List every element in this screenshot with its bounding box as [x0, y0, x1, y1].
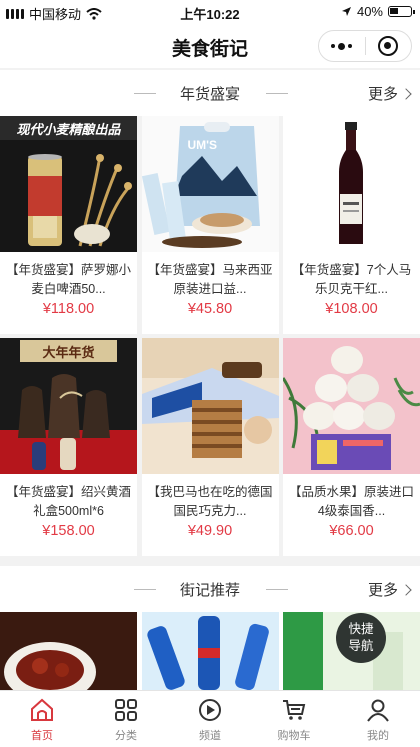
section-title: 街记推荐 [179, 582, 240, 599]
battery-icon [388, 6, 415, 17]
product-price: ¥108.00 [325, 301, 378, 317]
product-price: ¥158.00 [42, 523, 95, 539]
product-name: 【年货盛宴】马来西亚原装进口益... [147, 263, 273, 295]
play-icon [199, 699, 221, 721]
product-card[interactable]: 现代小麦精酿出品 【年货盛宴】萨罗娜小麦白啤酒50... ¥118.00 [0, 116, 137, 334]
product-card[interactable]: 【品质水果】原装进口4级泰国香... ¥66.00 [283, 338, 420, 556]
cart-icon [283, 700, 306, 720]
product-image-coffee: UM'S [141, 116, 279, 252]
tab-label: 首页 [31, 730, 53, 742]
person-icon [367, 699, 389, 722]
product-image-beer: 现代小麦精酿出品 [0, 116, 137, 252]
section-header: 年货盛宴 更多 [0, 70, 420, 116]
product-image-caption: UM'S [187, 138, 218, 152]
product-image-coconut [283, 338, 420, 474]
section-header: 街记推荐 更多 [0, 566, 420, 612]
more-label: 更多 [367, 86, 398, 103]
product-card[interactable]: UM'S 【年货盛宴】马来西亚原装进口益... ¥45.80 [141, 116, 279, 334]
product-card[interactable]: 【我巴马也在吃的德国国民巧克力... ¥49.90 [141, 338, 279, 556]
product-card[interactable]: 【年货盛宴】7个人马乐贝克干红... ¥108.00 [283, 116, 420, 334]
tab-bar: 首页 分类 频道 购物车 我的 [0, 690, 420, 747]
more-label: 更多 [367, 582, 398, 599]
more-link[interactable]: 更多 [367, 579, 412, 600]
mini-program-capsule [318, 30, 412, 62]
tab-label: 频道 [199, 730, 221, 742]
product-name: 【我巴马也在吃的德国国民巧克力... [147, 485, 273, 517]
section-new-year-goods: 年货盛宴 更多 [0, 70, 420, 116]
more-dots-icon [331, 42, 353, 50]
tab-channel[interactable]: 频道 [168, 691, 252, 747]
product-image-rice-wine: 大年年货 [0, 338, 137, 474]
quick-nav-label-2: 导航 [348, 639, 374, 653]
tab-cart[interactable]: 购物车 [252, 691, 336, 747]
product-name: 【年货盛宴】绍兴黄酒礼盒500ml*6 [5, 485, 131, 517]
location-arrow-icon [341, 7, 351, 16]
product-image-chocolate [141, 338, 279, 474]
tab-label: 购物车 [277, 730, 311, 742]
tab-label: 分类 [115, 730, 137, 742]
quick-nav-button[interactable]: 快捷 导航 [336, 613, 386, 663]
more-menu-button[interactable] [319, 31, 365, 61]
quick-nav-label-1: 快捷 [348, 622, 374, 636]
battery-percent: 40% [356, 4, 383, 19]
tab-category[interactable]: 分类 [84, 691, 168, 747]
product-price: ¥118.00 [42, 301, 95, 317]
product-image-caption: 现代小麦精酿出品 [16, 122, 121, 137]
tab-home[interactable]: 首页 [0, 691, 84, 747]
section-title: 年货盛宴 [179, 86, 240, 103]
more-link[interactable]: 更多 [367, 83, 412, 104]
nav-bar: 美食街记 [0, 24, 420, 68]
recommend-image-drinks[interactable] [141, 612, 279, 690]
product-image-wine [283, 116, 420, 252]
recommend-image-food[interactable] [0, 612, 137, 690]
target-icon [378, 36, 399, 56]
close-mini-program-button[interactable] [366, 31, 412, 61]
status-bar: 中国移动 上午10:22 40% [0, 0, 420, 24]
product-grid: 现代小麦精酿出品 【年货盛宴】萨罗娜小麦白啤酒50... ¥118.00 UM'… [0, 116, 420, 560]
product-price: ¥45.80 [187, 301, 233, 317]
product-price: ¥49.90 [187, 523, 233, 539]
tab-label: 我的 [367, 730, 389, 742]
product-name: 【年货盛宴】萨罗娜小麦白啤酒50... [5, 263, 131, 295]
product-card[interactable]: 大年年货 【年货盛宴】绍兴黄酒礼盒500ml*6 ¥158.00 [0, 338, 137, 556]
status-right: 40% [341, 4, 415, 19]
tab-mine[interactable]: 我的 [336, 691, 420, 747]
product-name: 【品质水果】原装进口4级泰国香... [288, 485, 414, 517]
product-price: ¥66.00 [329, 523, 374, 539]
grid-icon [115, 699, 137, 721]
product-image-caption: 大年年货 [42, 345, 95, 360]
chevron-right-icon [400, 87, 412, 100]
chevron-right-icon [400, 583, 412, 596]
product-name: 【年货盛宴】7个人马乐贝克干红... [291, 263, 412, 295]
home-icon [31, 698, 53, 721]
